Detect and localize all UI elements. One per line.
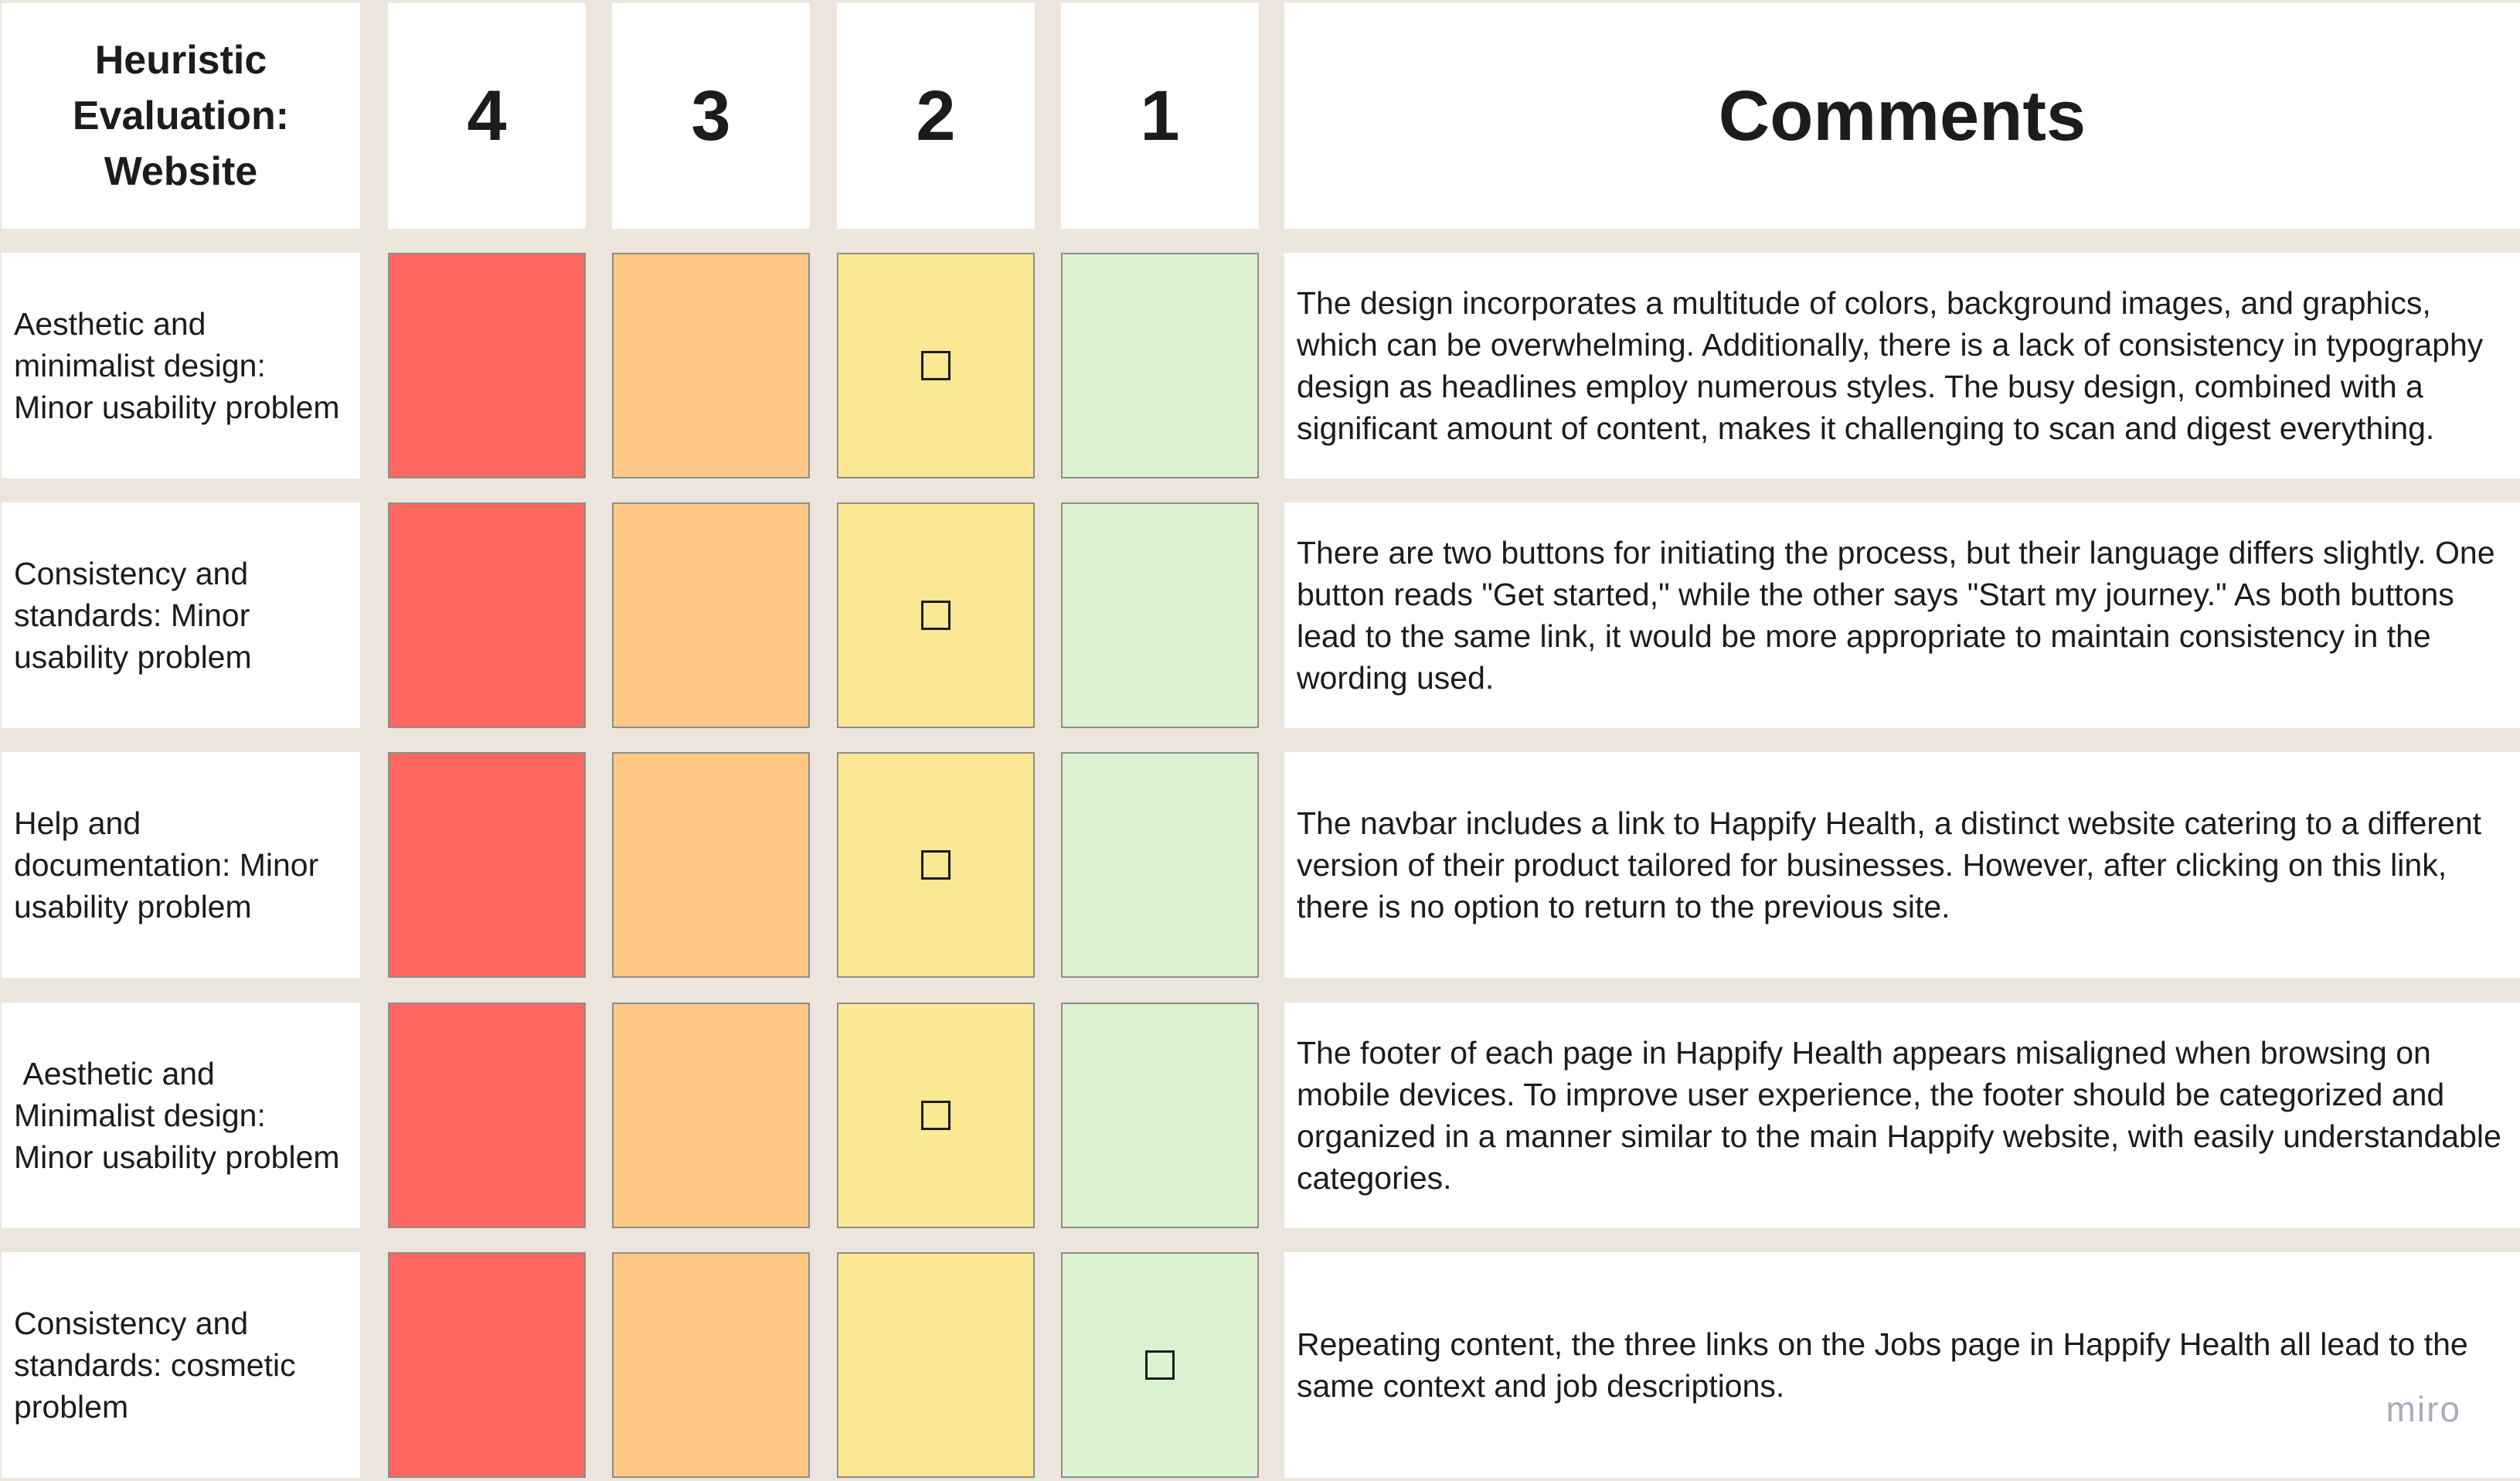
severity-3-cell[interactable]	[612, 502, 810, 728]
severity-1-cell[interactable]	[1061, 502, 1259, 728]
severity-4-cell[interactable]	[388, 752, 586, 978]
selected-checkbox-icon	[921, 850, 951, 880]
heuristic-label: Consistency and standards: cosmetic prob…	[2, 1252, 360, 1478]
severity-3-cell[interactable]	[612, 752, 810, 978]
severity-1-cell[interactable]	[1061, 752, 1259, 978]
severity-3-cell[interactable]	[612, 1252, 810, 1478]
severity-4-cell[interactable]	[388, 253, 586, 478]
severity-4-cell[interactable]	[388, 1252, 586, 1478]
comment-text: The navbar includes a link to Happify He…	[1284, 752, 2520, 978]
comment-text: The design incorporates a multitude of c…	[1284, 253, 2520, 478]
severity-3-cell[interactable]	[612, 1003, 810, 1228]
selected-checkbox-icon	[921, 1101, 951, 1130]
severity-2-cell[interactable]	[837, 253, 1035, 478]
table-title: Heuristic Evaluation: Website	[2, 3, 360, 229]
severity-1-cell[interactable]	[1061, 1252, 1259, 1478]
severity-1-cell[interactable]	[1061, 1003, 1259, 1228]
severity-2-cell[interactable]	[837, 502, 1035, 728]
heuristic-label: Aesthetic and minimalist design: Minor u…	[2, 253, 360, 478]
comments-header: Comments	[1284, 3, 2520, 229]
severity-4-cell[interactable]	[388, 1003, 586, 1228]
heuristic-label: Aesthetic and Minimalist design: Minor u…	[2, 1003, 360, 1228]
severity-1-cell[interactable]	[1061, 253, 1259, 478]
heuristic-label: Consistency and standards: Minor usabili…	[2, 502, 360, 728]
comment-text: There are two buttons for initiating the…	[1284, 502, 2520, 728]
severity-2-cell[interactable]	[837, 1252, 1035, 1478]
comment-text: The footer of each page in Happify Healt…	[1284, 1003, 2520, 1228]
selected-checkbox-icon	[921, 601, 951, 630]
heuristic-evaluation-board: Heuristic Evaluation: Website 4 3 2 1 Co…	[0, 0, 2520, 1481]
severity-2-cell[interactable]	[837, 1003, 1035, 1228]
selected-checkbox-icon	[1145, 1350, 1175, 1380]
severity-4-cell[interactable]	[388, 502, 586, 728]
heuristic-label: Help and documentation: Minor usability …	[2, 752, 360, 978]
comment-text: Repeating content, the three links on th…	[1284, 1252, 2520, 1478]
selected-checkbox-icon	[921, 351, 951, 380]
miro-watermark: miro	[2386, 1389, 2461, 1429]
score-header-2: 2	[837, 3, 1035, 229]
score-header-1: 1	[1061, 3, 1259, 229]
score-header-3: 3	[612, 3, 810, 229]
severity-2-cell[interactable]	[837, 752, 1035, 978]
score-header-4: 4	[388, 3, 586, 229]
severity-3-cell[interactable]	[612, 253, 810, 478]
